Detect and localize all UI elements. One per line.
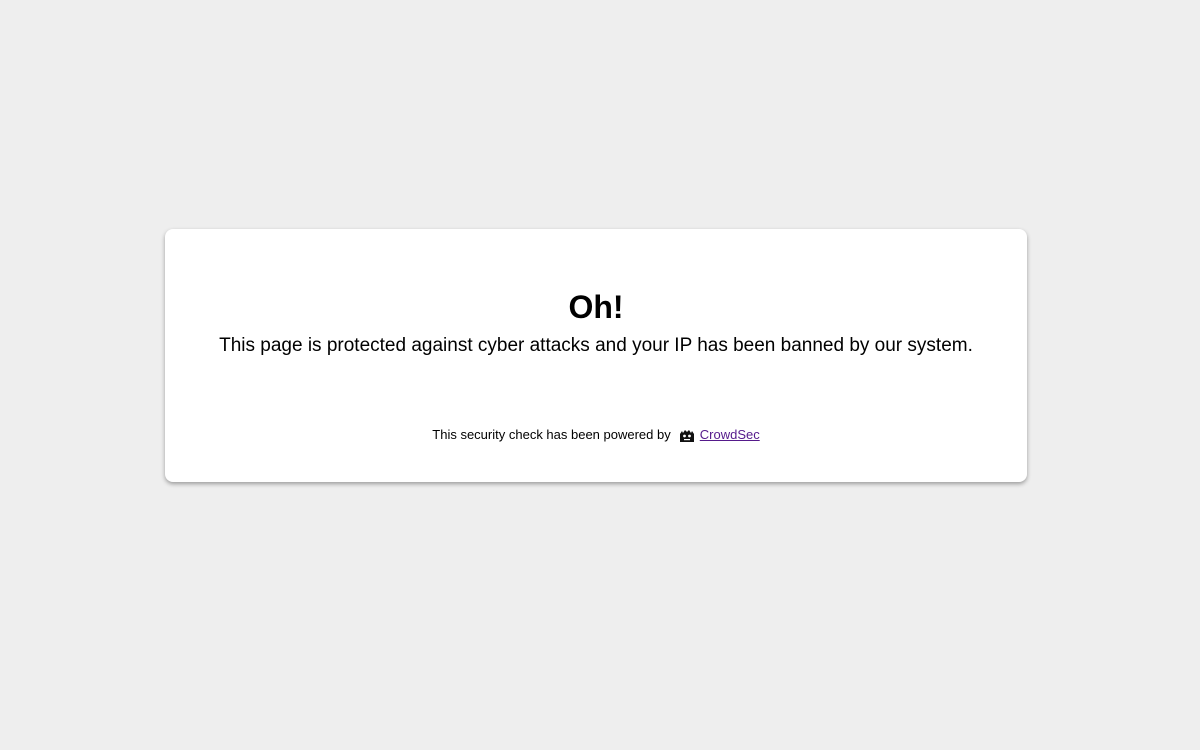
ban-message: This page is protected against cyber att… <box>219 335 973 356</box>
crowdsec-logo-icon <box>679 427 695 443</box>
page-title: Oh! <box>568 289 624 325</box>
powered-by-label: This security check has been powered by <box>432 427 671 442</box>
powered-by-footer: This security check has been powered by … <box>165 425 1027 445</box>
ban-notice-card: Oh! This page is protected against cyber… <box>165 229 1027 482</box>
crowdsec-link[interactable]: CrowdSec <box>700 425 760 445</box>
